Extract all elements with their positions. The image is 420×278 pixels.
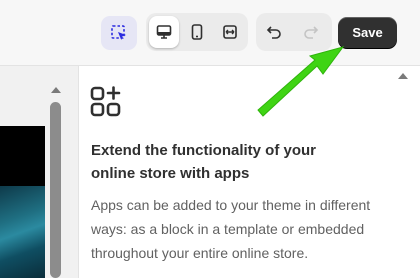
mobile-icon [191, 24, 203, 40]
fullwidth-icon [223, 25, 237, 39]
left-scroll-up-arrow[interactable] [51, 87, 61, 93]
store-preview [0, 126, 45, 278]
panel-title: Extend the functionality of your online … [91, 142, 317, 182]
left-pane [0, 66, 79, 278]
panel-scroll-up-arrow[interactable] [398, 73, 408, 79]
inspector-icon [111, 25, 126, 40]
mobile-view-button[interactable] [182, 16, 212, 48]
panel-description: Apps can be added to your theme in diffe… [91, 197, 371, 261]
editor-topbar: Save [0, 0, 420, 66]
fullwidth-view-button[interactable] [215, 16, 245, 48]
redo-icon [304, 26, 319, 39]
apps-icon [90, 86, 121, 117]
desktop-view-button[interactable] [149, 16, 179, 48]
green-arrow-icon [257, 46, 345, 117]
left-scrollbar[interactable] [49, 96, 62, 278]
apps-info-panel: Extend the functionality of your online … [79, 66, 420, 278]
left-scrollbar-thumb[interactable] [50, 102, 61, 278]
desktop-icon [156, 25, 172, 39]
preview-image [0, 186, 45, 278]
inspector-button[interactable] [101, 16, 137, 50]
undo-icon [266, 26, 281, 39]
device-toggle-group [146, 13, 248, 51]
